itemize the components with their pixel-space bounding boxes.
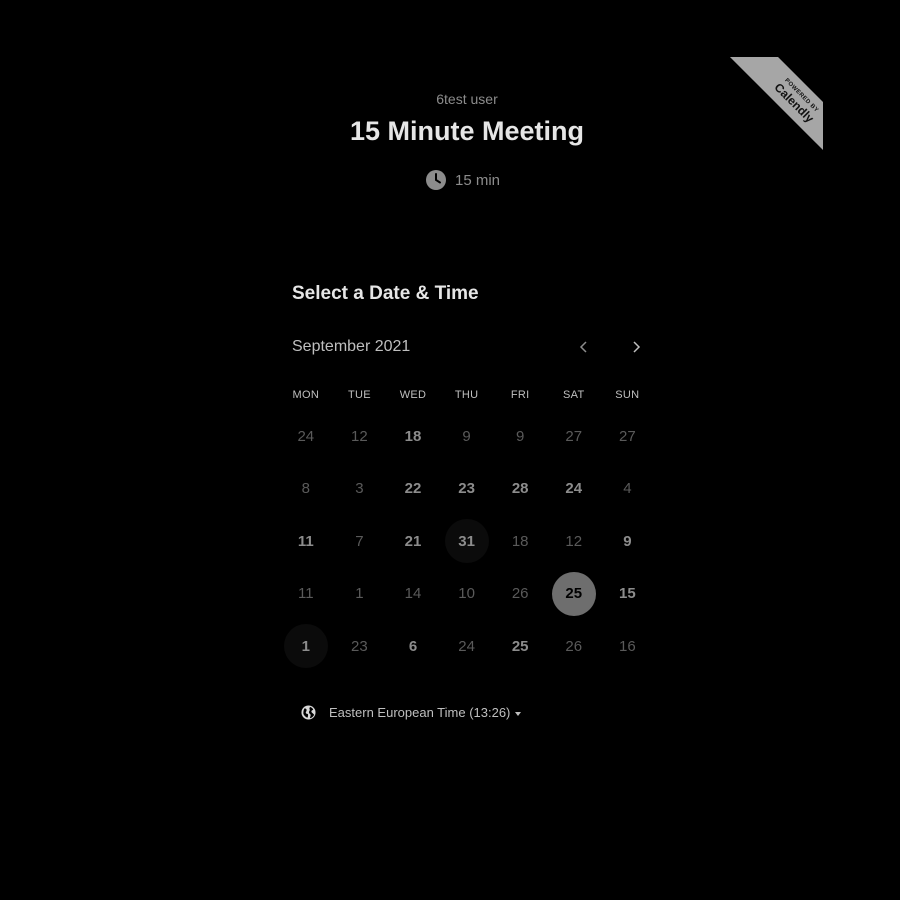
weekday-label: MON [292, 389, 320, 401]
unavailable-date: 24 [297, 427, 315, 445]
unavailable-date: 10 [458, 585, 475, 602]
available-date-button[interactable]: 9 [605, 519, 649, 563]
chevron-right-icon [633, 341, 641, 353]
available-date-button[interactable]: 25 [498, 624, 542, 668]
weekday-label: SAT [563, 389, 585, 401]
month-label: September 2021 [292, 338, 411, 355]
calendar-week-row: 24 12 18 9 9 27 27 [279, 410, 654, 463]
unavailable-date: 26 [511, 585, 529, 602]
available-date-button[interactable]: 6 [391, 624, 435, 668]
unavailable-date: 3 [355, 480, 364, 497]
calendar-grid: MON TUE WED THU FRI SAT SUN 24 12 18 9 9 27 27 8 3 22 23… [279, 380, 654, 673]
chevron-left-icon [579, 341, 587, 353]
unavailable-date: 18 [511, 532, 529, 550]
available-date-button[interactable]: 22 [391, 467, 435, 511]
weekday-label: FRI [510, 389, 530, 401]
timezone-label: Eastern European Time (13:26) [329, 705, 522, 720]
caret-down-icon [515, 711, 522, 716]
next-month-button[interactable] [626, 337, 646, 357]
weekday-label: THU [454, 389, 479, 401]
host-name: 6test user [436, 91, 498, 107]
unavailable-date: 8 [301, 480, 310, 497]
unavailable-date: 9 [462, 427, 471, 445]
clock-icon [426, 170, 446, 190]
unavailable-date: 7 [355, 532, 364, 550]
unavailable-date: 26 [565, 637, 583, 655]
available-date-button[interactable]: 28 [498, 467, 542, 511]
unavailable-date: 14 [404, 585, 422, 602]
unavailable-date: 12 [565, 532, 583, 550]
powered-by-calendly-badge[interactable]: POWERED BY Calendly [714, 57, 823, 163]
badge-ribbon: POWERED BY Calendly [724, 57, 823, 163]
unavailable-date: 11 [298, 585, 314, 602]
available-date-button[interactable]: 11 [284, 519, 328, 563]
globe-icon [301, 705, 316, 720]
weekday-label: SUN [615, 389, 640, 401]
event-title: 15 Minute Meeting [349, 116, 585, 146]
timezone-selector[interactable]: Eastern European Time (13:26) [301, 705, 522, 720]
available-date-button[interactable]: 24 [552, 467, 596, 511]
calendar-week-row: 11 1 14 10 26 25 15 [279, 568, 654, 621]
unavailable-date: 12 [351, 427, 368, 445]
unavailable-date: 4 [623, 480, 632, 497]
selected-date-button[interactable]: 25 [551, 571, 596, 616]
available-date-button[interactable]: 21 [391, 519, 435, 563]
unavailable-date: 27 [619, 427, 636, 445]
calendar-weeks: 24 12 18 9 9 27 27 8 3 22 23 28 24 4 11 7 21 31 18 12 9 11 1 14… [279, 410, 654, 673]
available-date-button[interactable]: 18 [391, 414, 435, 458]
weekday-label: TUE [347, 389, 371, 401]
duration-label: 15 min [455, 171, 501, 189]
unavailable-date: 16 [619, 637, 636, 655]
previous-month-button[interactable] [574, 337, 594, 357]
available-date-button[interactable]: 1 [283, 624, 328, 668]
weekday-header-row: MON TUE WED THU FRI SAT SUN [279, 380, 654, 410]
unavailable-date: 24 [458, 637, 475, 655]
event-duration: 15 min [426, 170, 500, 190]
calendar-week-row: 11 7 21 31 18 12 9 [279, 515, 654, 568]
calendar-week-row: 8 3 22 23 28 24 4 [279, 463, 654, 516]
available-date-button[interactable]: 31 [444, 519, 489, 563]
unavailable-date: 23 [351, 637, 368, 655]
unavailable-date: 9 [516, 427, 525, 445]
available-date-button[interactable]: 15 [605, 572, 649, 616]
available-date-button[interactable]: 23 [445, 467, 489, 511]
unavailable-date: 1 [355, 585, 364, 602]
weekday-label: WED [399, 389, 427, 401]
select-date-heading: Select a Date & Time [292, 283, 479, 304]
unavailable-date: 27 [565, 427, 583, 445]
calendar-week-row: 1 23 6 24 25 26 16 [279, 620, 654, 673]
